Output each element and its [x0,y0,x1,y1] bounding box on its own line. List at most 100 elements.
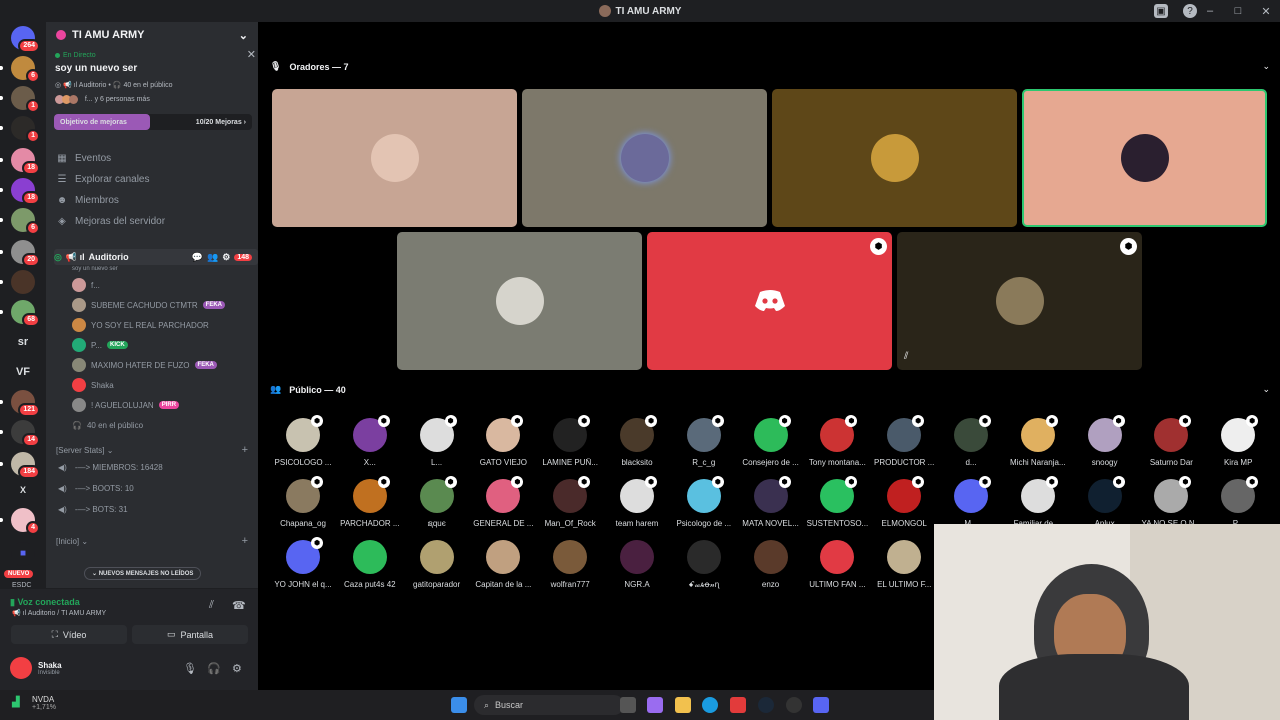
chat-icon[interactable]: 💬 [192,252,203,263]
audience-member[interactable]: ⬢ Man_Of_Rock [537,476,603,528]
server-icon-discord-home[interactable]: 264 [11,26,40,53]
video-button[interactable]: ⛶ Vídeo [11,625,127,644]
audience-member[interactable]: wolfran777 [537,540,603,589]
stage-member[interactable]: SUBEME CACHUDO CTMTR FEKA [54,295,258,315]
audience-member[interactable]: ⬢ snoogy [1072,415,1138,467]
server-folder-sr[interactable]: sr [11,336,35,348]
stage-channel-header[interactable]: ◎ 📢 ıl Auditorio 💬 👥 ⚙ 148 [54,249,258,265]
speaker-tile[interactable] [272,89,517,227]
edge-icon[interactable] [702,697,718,713]
audience-member[interactable]: ⬢Familiar de ... [1005,476,1071,528]
speaker-tile[interactable] [772,89,1017,227]
folder-icon[interactable]: ■ [11,542,35,566]
audience-member[interactable]: ⬢ Tony montana... [804,415,870,467]
obs-icon[interactable] [786,697,802,713]
inbox-icon[interactable]: ▣ [1154,4,1168,18]
live-stage-card[interactable]: En Directo ✕ soy un nuevo ser ◎ 📢 ıl Aud… [46,49,258,104]
audience-member[interactable]: ꗃ𝓌ѧꝋ𝓃ɳ [671,540,737,590]
server-icon-server-7[interactable]: 20 [0,240,40,267]
add-channel-icon[interactable]: + [242,444,258,456]
stage-member[interactable]: MAXIMO HATER DE FUZO FEKA [54,355,258,375]
steam-icon[interactable] [758,697,774,713]
chevron-down-icon[interactable]: ⌄ [1262,384,1270,395]
audience-member[interactable]: enzo [738,540,804,589]
server-icon-server-6[interactable]: 6 [0,208,40,235]
audience-member[interactable]: ⬢ PSICOLOGO ... [270,415,336,467]
audience-member[interactable]: ⬢YA NO SE Q N... [1138,476,1204,528]
minimize-button[interactable]: – [1196,5,1224,17]
headphones-icon[interactable]: 🎧 [207,662,221,675]
server-icon-server-13[interactable]: 4 [0,508,40,535]
server-icon-server-12[interactable]: 184 [0,452,40,479]
speaker-tile[interactable]: ⬢ [647,232,892,370]
audience-member[interactable]: ⬢ ELMONGOL [871,476,937,528]
server-header[interactable]: TI AMU ARMY ⌄ [46,22,258,48]
maximize-button[interactable]: □ [1224,5,1252,17]
audience-member[interactable]: ⬢ GATO VIEJO [470,415,536,467]
stage-member[interactable]: Shaka [54,375,258,395]
audience-member[interactable]: ⬢ Saturno Dar [1138,415,1204,467]
screen-share-button[interactable]: ▭ Pantalla [132,625,248,644]
windows-start-icon[interactable] [451,697,467,713]
nav-item[interactable]: ▦ Eventos [46,148,258,169]
audience-member[interactable]: ⬢ L... [404,415,470,467]
stat-channel[interactable]: ◀) -—> BOTS: 31 [46,499,258,520]
discord-taskbar-icon[interactable] [813,697,829,713]
audience-member[interactable]: ⬢ PRODUCTOR ... [871,415,937,467]
file-explorer-icon[interactable] [675,697,691,713]
audience-member[interactable]: ⬢ Psicologo de ... [671,476,737,528]
chevron-down-icon[interactable]: ⌄ [1262,61,1270,72]
nav-item[interactable]: ◈ Mejoras del servidor [46,211,258,232]
audience-member[interactable]: gatitoparador [404,540,470,589]
speaker-tile-active[interactable] [1022,89,1267,227]
audience-member[interactable]: ⬢ GENERAL DE ... [470,476,536,528]
audience-member[interactable]: ⬢ LAMINE PUÑ... [537,415,603,467]
audience-member[interactable]: Caza put4s 42 [337,540,403,589]
stage-channel[interactable]: ◎ 📢 ıl Auditorio 💬 👥 ⚙ 148 soy un nuevo ser… [46,249,258,435]
speaker-tile[interactable] [397,232,642,370]
audience-member[interactable]: ⬢ Consejero de ... [738,415,804,467]
stage-member[interactable]: YO SOY EL REAL PARCHADOR [54,315,258,335]
help-icon[interactable]: ? [1183,4,1197,18]
audience-member[interactable]: ⬢P... [1205,476,1271,528]
audience-member[interactable]: EL ULTIMO F... [871,540,937,589]
gear-icon[interactable]: ⚙ [222,252,230,263]
disconnect-icon[interactable]: ☎ [232,599,246,612]
invite-icon[interactable]: 👥 [207,252,218,263]
audience-member[interactable]: ⬢ Kira MP [1205,415,1271,467]
copilot-icon[interactable] [647,697,663,713]
stage-member[interactable]: f... [54,275,258,295]
settings-icon[interactable]: ⚙ [232,662,242,675]
audience-member[interactable]: ⬢ R_c_g [671,415,737,467]
user-panel[interactable]: Shaka Invisible [10,657,62,679]
winrar-icon[interactable] [730,697,746,713]
audience-member[interactable]: ⬢Aplux [1072,476,1138,528]
add-channel-icon[interactable]: + [242,535,258,547]
audience-member[interactable]: ⬢M... [938,476,1004,528]
unread-messages-banner[interactable]: ⌄ NUEVOS MENSAJES NO LEÍDOS [84,567,202,580]
voice-status[interactable]: ▮ Voz conectada [10,597,80,608]
server-icon-server-9[interactable]: 68 [0,300,40,327]
nav-item[interactable]: ☻ Miembros [46,190,258,211]
category-inicio[interactable]: [Inicio] ⌄ + [46,534,258,548]
stage-audience-row[interactable]: 🎧 40 en el público [54,415,258,435]
close-icon[interactable]: ✕ [247,48,256,61]
stat-channel[interactable]: ◀) -—> MIEMBROS: 16428 [46,457,258,478]
server-icon-server-11[interactable]: 14 [0,420,40,447]
stage-member[interactable]: P... KICK [54,335,258,355]
speaker-tile[interactable] [522,89,767,227]
audience-member[interactable]: ⬢ Chapana_og [270,476,336,528]
server-icon-server-8[interactable] [0,270,35,294]
server-icon-server-3[interactable]: 1 [0,116,40,143]
speaker-tile[interactable]: ⬢ ⫽ [897,232,1142,370]
task-view-icon[interactable] [620,697,636,713]
category-server-stats[interactable]: [Server Stats] ⌄ + [46,443,258,457]
server-icon-server-2[interactable]: 1 [0,86,40,113]
audience-member[interactable]: NGR.A [604,540,670,589]
stage-member[interactable]: ! AGUELOLUJAN PIRR [54,395,258,415]
audience-member[interactable]: ⬢ PARCHADOR ... [337,476,403,528]
audience-member[interactable]: ⬢ Michi Naranja... [1005,415,1071,467]
audience-member[interactable]: ⬢ SUSTENTOSO... [804,476,870,528]
server-icon-server-1[interactable]: 6 [0,56,40,83]
audience-member[interactable]: ⬢ d... [938,415,1004,467]
